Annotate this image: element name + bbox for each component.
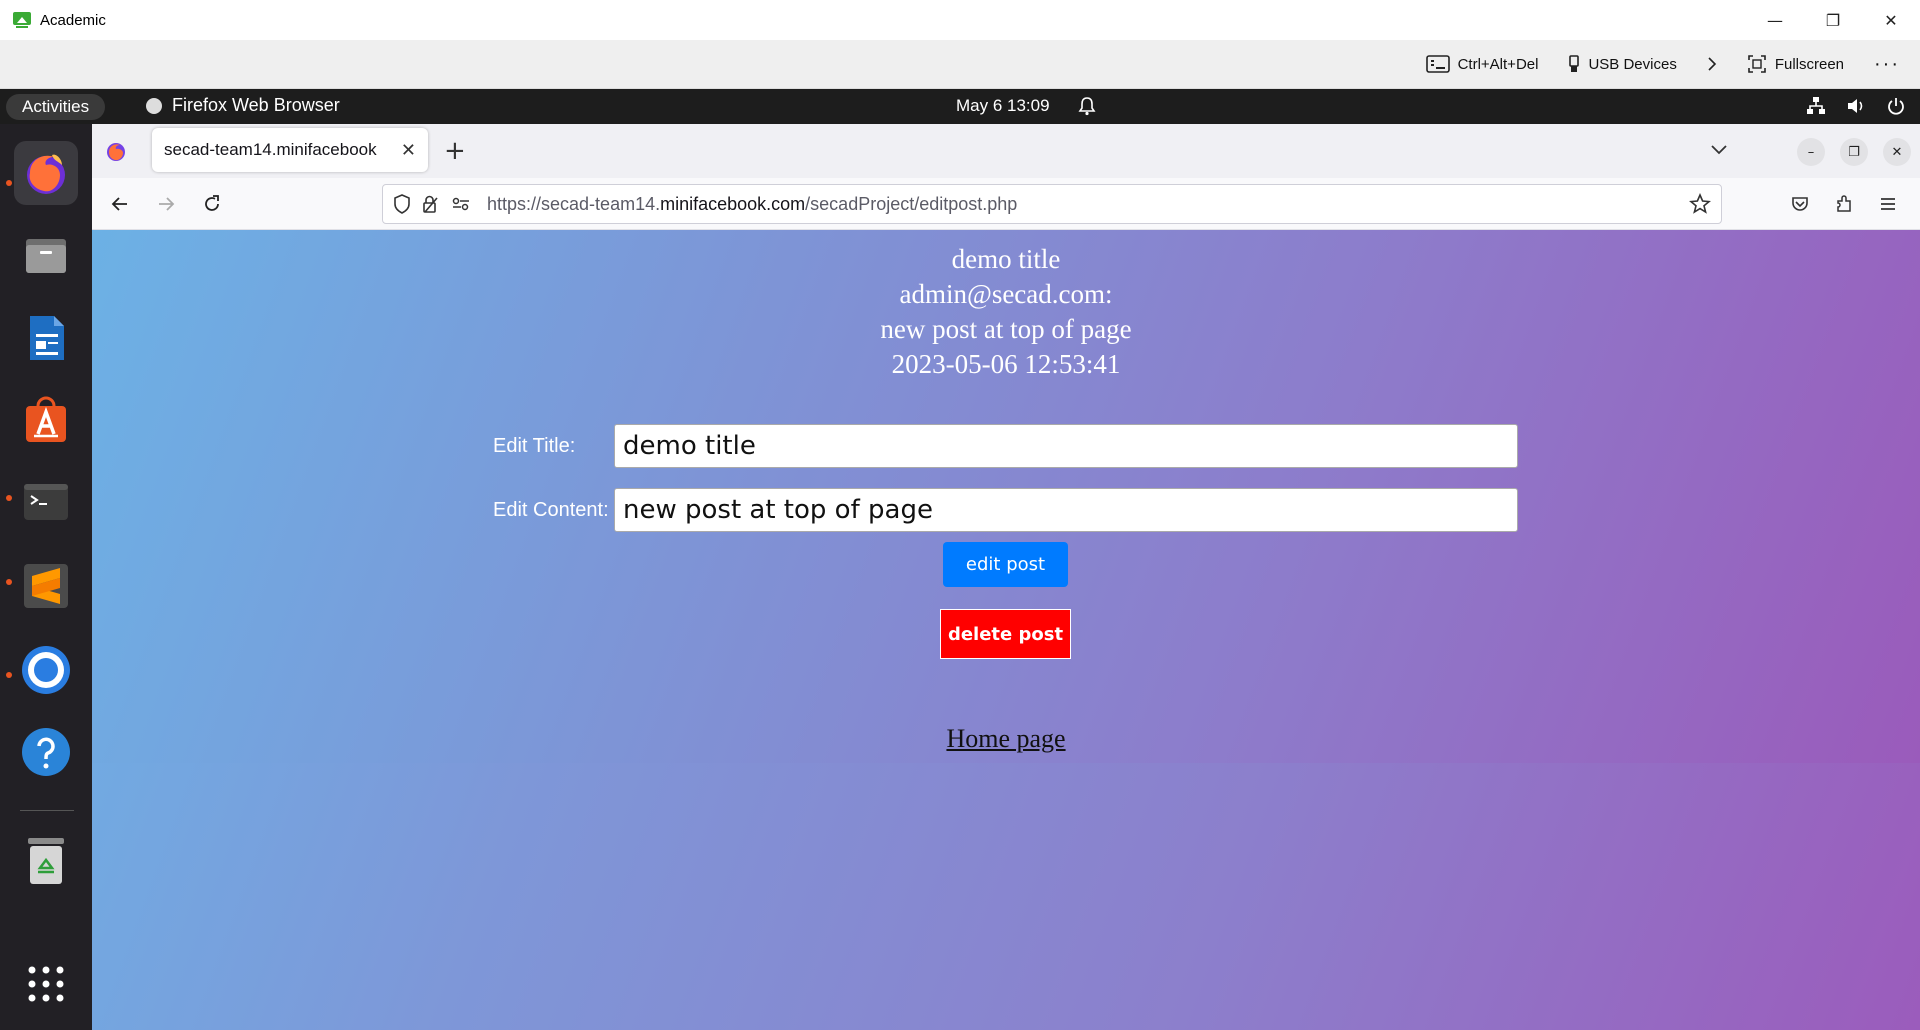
url-prefix: https://secad-team14. <box>487 193 661 214</box>
edit-content-row: Edit Content: new post at top of page <box>493 488 1518 532</box>
dock-writer-icon[interactable] <box>14 306 78 370</box>
edit-post-panel: demo title admin@secad.com: new post at … <box>92 230 1920 763</box>
system-tray[interactable] <box>1806 96 1906 121</box>
post-timestamp: 2023-05-06 12:53:41 <box>891 349 1121 379</box>
running-indicator <box>6 579 12 585</box>
close-icon[interactable]: ✕ <box>1862 0 1920 40</box>
tab-title: secad-team14.minifacebook <box>164 140 377 159</box>
url-text[interactable]: https://secad-team14.minifacebook.com/se… <box>487 194 1017 215</box>
dock-firefox-icon[interactable] <box>14 141 78 205</box>
browser-tab-strip: secad-team14.minifacebook ✕ + – ❐ ✕ <box>92 124 1920 178</box>
url-domain: minifacebook.com <box>660 193 806 214</box>
more-options-icon[interactable]: ··· <box>1874 53 1900 76</box>
edit-title-row: Edit Title: demo title <box>493 424 1518 468</box>
forward-arrow-icon[interactable] <box>152 190 180 218</box>
show-apps-grid-icon[interactable] <box>14 952 78 1016</box>
edit-post-button[interactable]: edit post <box>943 542 1068 587</box>
bell-icon[interactable] <box>1078 96 1096 121</box>
dock-help-icon[interactable] <box>14 720 78 784</box>
url-path: /secadProject/editpost.php <box>805 193 1018 214</box>
dock-terminal-icon[interactable] <box>14 470 78 534</box>
power-icon[interactable] <box>1886 96 1906 121</box>
app-menu[interactable]: Firefox Web Browser <box>146 95 340 116</box>
ctrl-alt-del-button[interactable]: Ctrl+Alt+Del <box>1425 55 1539 73</box>
window-minimize-icon[interactable]: – <box>1797 138 1825 166</box>
minimize-icon[interactable]: — <box>1746 0 1804 40</box>
firefox-small-icon <box>146 97 162 114</box>
edit-title-label: Edit Title: <box>493 434 576 457</box>
volume-icon[interactable] <box>1846 96 1866 121</box>
lock-icon[interactable] <box>421 194 441 214</box>
pocket-icon[interactable] <box>1786 190 1814 218</box>
academic-logo-icon <box>12 10 32 30</box>
edit-content-label: Edit Content: <box>493 498 609 521</box>
usb-devices-button[interactable]: USB Devices <box>1568 55 1677 73</box>
page-viewport: demo title admin@secad.com: new post at … <box>92 230 1920 1030</box>
ubuntu-topbar: Activities Firefox Web Browser May 6 13:… <box>0 89 1920 124</box>
window-close-icon[interactable]: ✕ <box>1883 138 1911 166</box>
host-toolbar: Ctrl+Alt+Del USB Devices Fullscreen ··· <box>0 40 1920 89</box>
host-window-title: Academic <box>40 11 106 29</box>
post-content: new post at top of page <box>880 314 1132 344</box>
usb-icon <box>1568 55 1580 73</box>
dock-sublime-icon[interactable] <box>14 554 78 618</box>
activities-button[interactable]: Activities <box>6 94 106 120</box>
bookmark-star-icon[interactable] <box>1689 192 1711 219</box>
dock-separator <box>20 810 74 811</box>
fullscreen-button[interactable]: Fullscreen <box>1747 54 1844 74</box>
usb-devices-label: USB Devices <box>1588 55 1677 73</box>
shield-icon[interactable] <box>393 194 411 214</box>
tab-active[interactable]: secad-team14.minifacebook ✕ <box>152 128 428 172</box>
chevron-right-icon[interactable] <box>1707 56 1717 72</box>
fullscreen-icon <box>1747 54 1767 74</box>
clock[interactable]: May 6 13:09 <box>956 96 1050 116</box>
hamburger-menu-icon[interactable] <box>1874 190 1902 218</box>
running-indicator <box>6 180 12 186</box>
fullscreen-label: Fullscreen <box>1774 55 1845 73</box>
keyboard-icon <box>1425 55 1450 73</box>
dock-chromium-icon[interactable] <box>14 638 78 702</box>
firefox-view-icon[interactable] <box>106 142 126 166</box>
dock-app-center-icon[interactable] <box>14 388 78 452</box>
running-indicator <box>6 495 12 501</box>
edit-content-input[interactable]: new post at top of page <box>614 488 1518 532</box>
app-menu-label: Firefox Web Browser <box>172 95 340 115</box>
list-all-tabs-icon[interactable] <box>1710 140 1728 162</box>
post-author: admin@secad.com: <box>899 279 1113 309</box>
restore-icon[interactable]: ❐ <box>1804 0 1862 40</box>
permissions-icon[interactable] <box>451 196 471 212</box>
ctrl-alt-del-label: Ctrl+Alt+Del <box>1457 55 1539 73</box>
window-restore-icon[interactable]: ❐ <box>1840 138 1868 166</box>
edit-title-input[interactable]: demo title <box>614 424 1518 468</box>
reload-icon[interactable] <box>198 190 226 218</box>
back-arrow-icon[interactable] <box>106 190 134 218</box>
new-tab-icon[interactable]: + <box>444 136 466 166</box>
post-title: demo title <box>951 244 1061 274</box>
browser-nav-bar: https://secad-team14.minifacebook.com/se… <box>92 178 1920 230</box>
ubuntu-dock <box>0 124 92 1030</box>
delete-post-button[interactable]: delete post <box>940 609 1071 659</box>
home-page-link[interactable]: Home page <box>92 724 1920 754</box>
tab-close-icon[interactable]: ✕ <box>401 140 416 161</box>
dock-files-icon[interactable] <box>14 223 78 287</box>
post-info: demo title admin@secad.com: new post at … <box>92 242 1920 382</box>
dock-trash-icon[interactable] <box>14 828 78 892</box>
host-titlebar: Academic — ❐ ✕ <box>0 0 1920 40</box>
running-indicator <box>6 672 12 678</box>
network-icon[interactable] <box>1806 96 1826 121</box>
extensions-icon[interactable] <box>1830 190 1858 218</box>
url-bar[interactable]: https://secad-team14.minifacebook.com/se… <box>382 184 1722 224</box>
